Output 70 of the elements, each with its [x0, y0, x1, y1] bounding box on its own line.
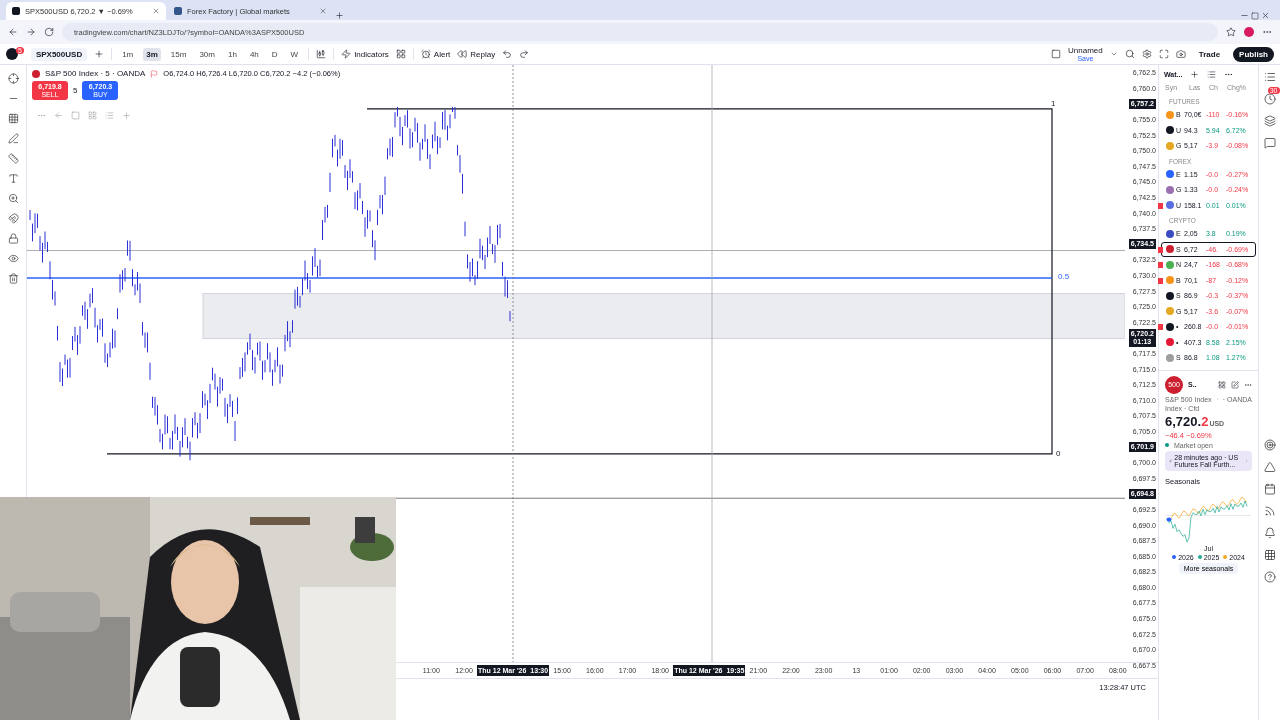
forward-icon[interactable]	[26, 27, 36, 37]
spread-value: 5	[73, 86, 78, 95]
interval-button[interactable]: 1m	[119, 47, 137, 61]
interval-button[interactable]: D	[268, 47, 281, 61]
rewind-icon[interactable]	[457, 49, 468, 59]
symbol-search[interactable]: SPX500USD	[30, 47, 88, 61]
chat-icon[interactable]	[1263, 137, 1276, 149]
add-icon[interactable]	[1190, 70, 1200, 79]
interval-button[interactable]: 1h	[224, 47, 240, 61]
ruler-icon[interactable]	[7, 153, 19, 164]
add-icon[interactable]	[94, 49, 105, 59]
text-tool-icon[interactable]	[7, 173, 19, 184]
zoom-icon[interactable]	[7, 193, 19, 204]
layers-icon[interactable]	[1263, 115, 1276, 127]
grid-icon[interactable]	[7, 113, 19, 124]
level-label: 0	[1056, 448, 1061, 458]
eye-icon[interactable]	[7, 253, 19, 264]
trash-icon[interactable]	[7, 273, 19, 284]
trade-button[interactable]: Trade	[1192, 46, 1227, 62]
indicators-icon[interactable]	[341, 49, 352, 59]
close-icon[interactable]	[1261, 11, 1270, 20]
back-icon[interactable]	[8, 27, 18, 37]
publish-button[interactable]: Publish	[1233, 46, 1274, 62]
interval-button[interactable]: 30m	[196, 47, 218, 61]
reload-icon[interactable]	[44, 27, 54, 37]
chart-title: S&P 500 Index · 5 · OANDA	[45, 69, 146, 78]
interval-button[interactable]: 3m	[143, 47, 161, 61]
undo-icon[interactable]	[502, 49, 513, 59]
layout-icon[interactable]	[1051, 49, 1062, 59]
clock-icon[interactable]	[1263, 93, 1276, 105]
settings-icon[interactable]	[1141, 49, 1152, 59]
close-icon[interactable]	[152, 7, 160, 15]
redo-icon[interactable]	[519, 49, 530, 59]
calendar-icon[interactable]	[1263, 483, 1276, 495]
feed-icon[interactable]	[1263, 505, 1276, 517]
magnet-icon[interactable]	[7, 213, 19, 224]
alarm-icon[interactable]	[420, 49, 431, 59]
profile-avatar[interactable]	[1244, 27, 1254, 37]
triangle-icon[interactable]	[1263, 461, 1276, 473]
interval-button[interactable]: 4h	[246, 47, 262, 61]
camera-icon[interactable]	[1175, 49, 1186, 59]
indicators-button[interactable]: Indicators	[341, 49, 389, 59]
level-label: 1	[1051, 98, 1056, 108]
crosshair-icon[interactable]	[7, 73, 19, 84]
grid-icon[interactable]	[1218, 380, 1226, 389]
watchlist-icon[interactable]	[1263, 71, 1276, 83]
bell-icon[interactable]	[1263, 527, 1276, 539]
pen-icon[interactable]	[7, 133, 19, 144]
more-icon[interactable]	[1224, 70, 1234, 79]
grid-icon[interactable]	[1263, 549, 1276, 561]
replay-button[interactable]: Replay	[457, 49, 496, 59]
list-icon[interactable]	[1207, 70, 1217, 79]
alert-button[interactable]: Alert	[420, 49, 451, 59]
layout-icon[interactable]	[395, 49, 406, 59]
level-label: 0.5	[1058, 271, 1070, 281]
candlestick-icon[interactable]	[316, 49, 327, 59]
symbol-logo	[32, 69, 40, 78]
maximize-icon[interactable]	[1251, 12, 1259, 20]
new-tab-icon[interactable]	[335, 11, 344, 20]
search-icon[interactable]	[1124, 49, 1135, 59]
account-avatar[interactable]	[6, 48, 18, 60]
star-icon[interactable]	[1226, 27, 1236, 37]
close-icon[interactable]	[319, 7, 327, 15]
target-icon[interactable]	[1263, 439, 1276, 451]
lock-icon[interactable]	[7, 233, 19, 244]
edit-icon[interactable]	[1231, 380, 1239, 389]
interval-button[interactable]: 15m	[167, 47, 190, 61]
interval-button[interactable]: W	[287, 47, 302, 61]
help-icon[interactable]	[1263, 571, 1276, 583]
fullscreen-icon[interactable]	[1158, 49, 1169, 59]
